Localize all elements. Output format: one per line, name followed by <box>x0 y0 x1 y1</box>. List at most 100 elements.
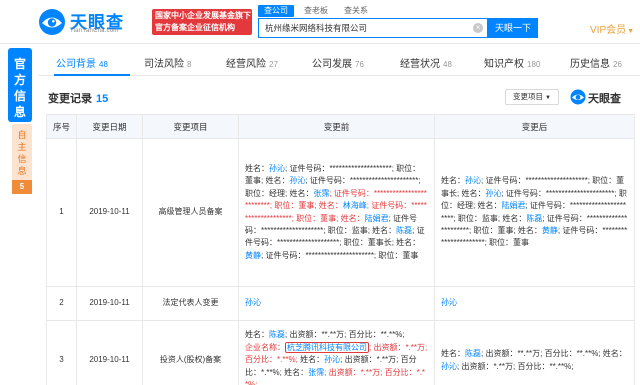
header-before: 变更前 <box>238 114 435 139</box>
person-link[interactable]: 孙沁 <box>465 176 481 185</box>
cell-before: 孙沁 <box>238 286 435 321</box>
person-link[interactable]: 孙沁 <box>324 355 340 364</box>
removed-text: ; 职位：董事; 姓名： <box>291 213 365 223</box>
self-info-label: 自主信息 <box>17 130 27 176</box>
tab-count: 48 <box>99 60 108 69</box>
tab-count: 8 <box>187 60 192 69</box>
active-tab-indicator <box>54 74 130 76</box>
cell-after: 孙沁 <box>434 286 635 321</box>
text: 姓名： <box>245 330 269 340</box>
cell-no: 2 <box>46 286 77 321</box>
cell-after: 姓名：陈磊; 出资额：**.**万; 百分比：**.**%; 姓名： 孙沁; 出资… <box>434 320 635 385</box>
person-link[interactable]: 张霈 <box>308 368 324 377</box>
cell-item: 投资人(股权)备案 <box>142 320 239 385</box>
tab-count: 180 <box>527 60 541 69</box>
vip-member-link[interactable]: VIP会员▼ <box>590 21 634 36</box>
text: 姓名： <box>245 163 269 173</box>
person-link[interactable]: 孙沁 <box>245 298 261 307</box>
clear-icon[interactable]: × <box>473 23 483 33</box>
cell-date: 2019-10-11 <box>76 320 143 385</box>
person-link[interactable]: 陈磊 <box>465 349 481 358</box>
person-link[interactable]: 林海峰 <box>343 201 367 210</box>
company-link[interactable]: 杭芝腾讯科技有限公司 <box>285 341 369 353</box>
removed-text: 企业名称： <box>245 342 285 352</box>
top-header: 天眼查 TianYanCha.com 国家中小企业发展基金旗下 官方备案企业征信… <box>0 0 640 44</box>
tab-intellectual-property[interactable]: 知识产权 180 <box>484 55 540 70</box>
logo-domain: TianYanCha.com <box>70 28 119 34</box>
table-row: 1 2019-10-11 高级管理人员备案 姓名：孙沁; 证件号码：******… <box>46 138 635 287</box>
cell-after: 姓名：孙沁; 证件号码：********************; 职位：董事长… <box>434 138 635 287</box>
person-link[interactable]: 陈磊 <box>526 214 542 223</box>
person-link[interactable]: 陆娟君 <box>501 201 525 210</box>
tab-label: 历史信息 <box>570 59 610 70</box>
watermark-text: 天眼查 <box>588 93 621 105</box>
person-link[interactable]: 黄静 <box>245 251 261 260</box>
change-item-filter-dropdown[interactable]: 变更项目 ▼ <box>505 89 559 105</box>
text: ; 证件号码：**********************; 职位：董事 <box>261 250 419 260</box>
search-tab-relation[interactable]: 查关系 <box>338 5 374 17</box>
tab-company-background[interactable]: 公司背景 48 <box>56 55 108 70</box>
vip-label: VIP会员 <box>590 25 627 36</box>
tab-count: 76 <box>355 60 364 69</box>
tab-label: 经营状况 <box>400 59 440 70</box>
cell-date: 2019-10-11 <box>76 138 143 287</box>
header-date: 变更日期 <box>76 114 143 139</box>
header-item: 变更项目 <box>142 114 239 139</box>
person-link[interactable]: 张霈 <box>313 189 329 198</box>
cell-no: 3 <box>46 320 77 385</box>
cell-before: 姓名：陈磊; 出资额：**.**万; 百分比：**.**%; 企业名称： 杭芝腾讯科… <box>238 320 435 385</box>
text: 姓名： <box>441 176 465 186</box>
person-link[interactable]: 孙沁 <box>269 164 285 173</box>
cell-item: 法定代表人变更 <box>142 286 239 321</box>
tab-count: 26 <box>613 60 622 69</box>
person-link[interactable]: 陆娟君 <box>365 214 389 223</box>
tab-operating-risk[interactable]: 经营风险 27 <box>226 55 278 70</box>
text: 姓名： <box>441 349 465 359</box>
tab-count: 27 <box>269 60 278 69</box>
section-title: 变更记录 15 <box>48 90 108 106</box>
search-input-value: 杭州缘米网络科技有限公司 <box>265 23 368 33</box>
tab-label: 公司发展 <box>312 59 352 70</box>
removed-text: ; 职位：董事; 姓名： <box>269 201 343 211</box>
official-info-badge[interactable]: 官方信息 <box>8 48 32 122</box>
search-input[interactable]: 杭州缘米网络科技有限公司 × <box>258 18 488 38</box>
tab-judicial-risk[interactable]: 司法风险 8 <box>144 55 191 70</box>
self-info-badge[interactable]: 自主信息 5 <box>12 124 32 194</box>
eye-logo-icon <box>39 9 65 35</box>
chevron-down-icon: ▼ <box>627 28 635 35</box>
tab-company-development[interactable]: 公司发展 76 <box>312 55 364 70</box>
person-link[interactable]: 孙沁 <box>441 298 457 307</box>
self-info-count: 5 <box>12 180 32 194</box>
text: ; 出资额：**.**万; 百分比：**.**%; 姓名： <box>481 349 627 359</box>
tab-label: 公司背景 <box>56 59 96 70</box>
section-record-count: 15 <box>96 93 109 105</box>
watermark-logo: 天眼查 <box>570 88 634 106</box>
table-row: 2 2019-10-11 法定代表人变更 孙沁 孙沁 <box>46 286 635 321</box>
cell-no: 1 <box>46 138 77 287</box>
tab-operating-status[interactable]: 经营状况 48 <box>400 55 452 70</box>
cell-date: 2019-10-11 <box>76 286 143 321</box>
person-link[interactable]: 黄静 <box>542 226 558 235</box>
person-link[interactable]: 孙沁 <box>441 362 457 371</box>
header-after: 变更后 <box>434 114 635 139</box>
chevron-down-icon: ▼ <box>545 95 551 101</box>
eye-logo-icon <box>570 89 586 105</box>
person-link[interactable]: 陈磊 <box>396 226 412 235</box>
text: 姓名： <box>297 355 325 365</box>
tab-label: 知识产权 <box>484 59 524 70</box>
search-button[interactable]: 天眼一下 <box>488 18 538 38</box>
search-tab-boss[interactable]: 查老板 <box>298 5 334 17</box>
tianyancha-logo[interactable]: 天眼查 TianYanCha.com <box>38 8 148 36</box>
table-header-row: 序号 变更日期 变更项目 变更前 变更后 <box>46 114 635 139</box>
cell-before: 姓名：孙沁; 证件号码：********************; 职位：董事;… <box>238 138 435 287</box>
person-link[interactable]: 孙沁 <box>289 176 305 185</box>
filter-label: 变更项目 <box>513 92 544 101</box>
person-link[interactable]: 孙沁 <box>485 189 501 198</box>
text: ; 出资额：**.**万; 百分比：**.**%; <box>285 330 405 340</box>
person-link[interactable]: 陈磊 <box>269 330 285 339</box>
tab-history-info[interactable]: 历史信息 26 <box>570 55 622 70</box>
tab-label: 司法风险 <box>144 59 184 70</box>
change-record-table: 序号 变更日期 变更项目 变更前 变更后 1 2019-10-11 高级管理人员… <box>46 114 635 385</box>
tab-count: 48 <box>443 60 452 69</box>
search-tab-company[interactable]: 查公司 <box>258 5 294 17</box>
